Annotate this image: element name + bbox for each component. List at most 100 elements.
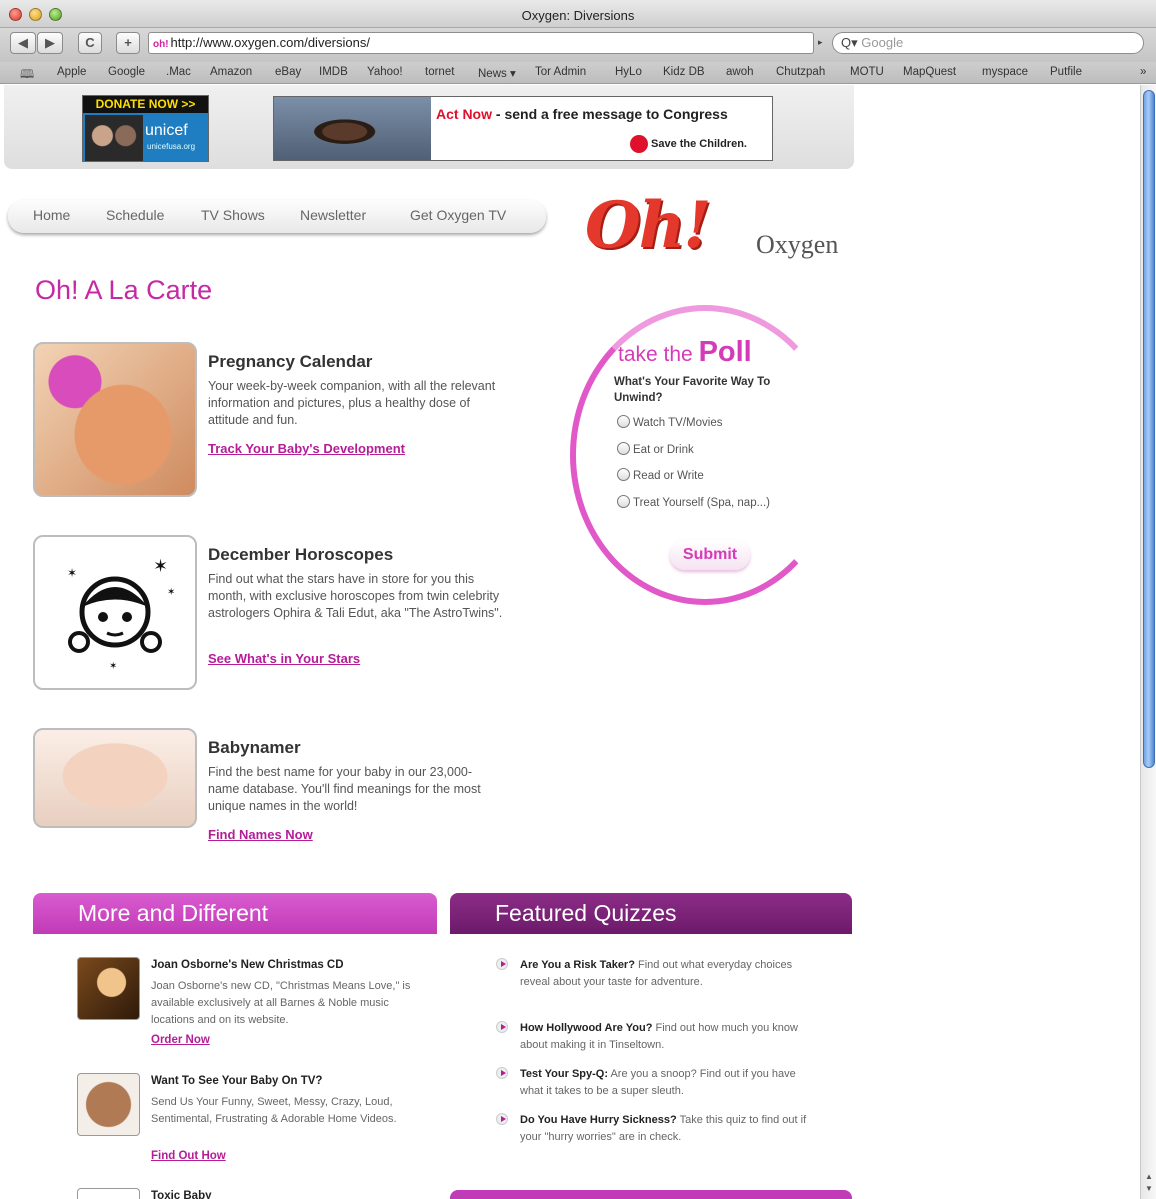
- unicef-children-image: [85, 115, 143, 161]
- unicef-url: unicefusa.org: [147, 142, 196, 151]
- quiz-title[interactable]: Test Your Spy-Q:: [520, 1068, 608, 1080]
- pregnancy-image[interactable]: [33, 342, 197, 497]
- more-item-title: Want To See Your Baby On TV?: [151, 1075, 323, 1087]
- bookmarks-book-icon[interactable]: 🕮: [20, 65, 34, 86]
- nav-get-oxygen-tv[interactable]: Get Oxygen TV: [410, 207, 506, 223]
- bookmark-item[interactable]: IMDB: [319, 66, 348, 78]
- bookmark-item[interactable]: Putfile: [1050, 66, 1082, 78]
- window-title: Oxygen: Diversions: [521, 8, 635, 23]
- address-dropdown-icon[interactable]: ▸: [818, 37, 823, 48]
- poll-title: take the Poll: [618, 336, 752, 369]
- poll-option[interactable]: Treat Yourself (Spa, nap...): [617, 495, 770, 509]
- stc-logo-icon: [630, 135, 648, 153]
- order-now-link[interactable]: Order Now: [151, 1034, 210, 1046]
- bookmark-item[interactable]: News ▾: [478, 66, 516, 80]
- baby-image[interactable]: [33, 728, 197, 828]
- stc-logo: Save the Children.: [630, 135, 747, 153]
- favicon-icon: oh!: [153, 39, 169, 50]
- feature-description: Find the best name for your baby in our …: [208, 765, 481, 813]
- bookmark-item[interactable]: .Mac: [166, 66, 191, 78]
- bookmark-item[interactable]: eBay: [275, 66, 301, 78]
- reload-button[interactable]: C: [78, 32, 102, 54]
- quiz-title[interactable]: Do You Have Hurry Sickness?: [520, 1114, 677, 1126]
- nav-home[interactable]: Home: [33, 207, 70, 223]
- search-field[interactable]: Q▾ Google: [832, 32, 1144, 54]
- poll-option-label: Watch TV/Movies: [633, 417, 723, 429]
- see-stars-link[interactable]: See What's in Your Stars: [208, 651, 360, 666]
- bookmark-item[interactable]: tornet: [425, 66, 454, 78]
- stc-message: - send a free message to Congress: [492, 106, 728, 122]
- radio-button[interactable]: [617, 495, 630, 508]
- nav-newsletter[interactable]: Newsletter: [300, 207, 366, 223]
- find-out-how-link[interactable]: Find Out How: [151, 1150, 226, 1162]
- joan-osborne-cd-image[interactable]: [77, 957, 140, 1020]
- unicef-donate-label: DONATE NOW >>: [83, 96, 208, 113]
- stc-headline: Act Now - send a free message to Congres…: [436, 106, 728, 122]
- nav-tv-shows[interactable]: TV Shows: [201, 207, 265, 223]
- svg-text:✶: ✶: [109, 661, 117, 672]
- feature-description: Your week-by-week companion, with all th…: [208, 379, 496, 427]
- window-titlebar: Oxygen: Diversions: [0, 0, 1156, 28]
- bookmark-item[interactable]: awoh: [726, 66, 754, 78]
- forward-button[interactable]: ▶: [37, 32, 63, 54]
- address-bar[interactable]: oh! http://www.oxygen.com/diversions/: [148, 32, 814, 54]
- feature-description: Find out what the stars have in store fo…: [208, 572, 503, 620]
- bookmark-item[interactable]: Google: [108, 66, 145, 78]
- scrollbar-thumb[interactable]: [1143, 90, 1155, 768]
- back-button[interactable]: ◀: [10, 32, 36, 54]
- poll-option[interactable]: Watch TV/Movies: [617, 415, 722, 429]
- bookmark-item[interactable]: MOTU: [850, 66, 884, 78]
- oh-logo-mark: Oh!: [585, 188, 711, 263]
- child-photo: [274, 97, 431, 160]
- search-icon: Q▾: [841, 35, 858, 50]
- bookmark-item[interactable]: Kidz DB: [663, 66, 705, 78]
- more-item-description: Send Us Your Funny, Sweet, Messy, Crazy,…: [151, 1096, 397, 1125]
- more-item-title: Joan Osborne's New Christmas CD: [151, 959, 344, 971]
- scroll-arrows-icon[interactable]: ▲ ▼: [1141, 1171, 1156, 1195]
- bookmarks-bar: 🕮 Apple Google .Mac Amazon eBay IMDB Yah…: [0, 62, 1156, 84]
- poll-title-pre: take the: [618, 343, 699, 366]
- more-different-header: More and Different: [33, 893, 437, 934]
- bookmark-item[interactable]: Apple: [57, 66, 86, 78]
- poll-option[interactable]: Read or Write: [617, 468, 704, 482]
- save-the-children-ad[interactable]: Act Now - send a free message to Congres…: [273, 96, 773, 161]
- bookmark-item[interactable]: Amazon: [210, 66, 252, 78]
- poll-option[interactable]: Eat or Drink: [617, 442, 694, 456]
- radio-button[interactable]: [617, 468, 630, 481]
- poll-option-label: Eat or Drink: [633, 444, 694, 456]
- browser-toolbar: ◀ ▶ C + oh! http://www.oxygen.com/diversi…: [0, 28, 1156, 62]
- horoscope-image[interactable]: ✶ ✶ ✶ ✶: [33, 535, 197, 690]
- radio-button[interactable]: [617, 415, 630, 428]
- poll-title-bold: Poll: [698, 336, 752, 368]
- vertical-scrollbar[interactable]: ▲ ▼: [1140, 85, 1156, 1199]
- radio-button[interactable]: [617, 442, 630, 455]
- bookmark-item[interactable]: HyLo: [615, 66, 642, 78]
- arrow-bullet-icon: [496, 1067, 508, 1079]
- svg-text:✶: ✶: [67, 566, 77, 580]
- quiz-title[interactable]: How Hollywood Are You?: [520, 1022, 652, 1034]
- poll-option-label: Read or Write: [633, 470, 704, 482]
- bookmark-item[interactable]: Chutzpah: [776, 66, 825, 78]
- bookmark-item[interactable]: Yahoo!: [367, 66, 403, 78]
- baby-tv-image[interactable]: [77, 1073, 140, 1136]
- featured-quizzes-header: Featured Quizzes: [450, 893, 852, 934]
- oxygen-logo[interactable]: Oh! Oxygen: [585, 188, 845, 268]
- poll-submit-button[interactable]: Submit: [670, 540, 750, 570]
- oxygen-wordmark: Oxygen: [756, 230, 839, 259]
- next-item-thumbnail[interactable]: [77, 1188, 140, 1199]
- bookmarks-overflow-icon[interactable]: »: [1140, 66, 1146, 78]
- bookmark-item[interactable]: MapQuest: [903, 66, 956, 78]
- add-bookmark-button[interactable]: +: [116, 32, 140, 54]
- arrow-bullet-icon: [496, 1021, 508, 1033]
- bookmark-item[interactable]: Tor Admin: [535, 66, 586, 78]
- bookmark-item[interactable]: myspace: [982, 66, 1028, 78]
- svg-text:✶: ✶: [153, 556, 168, 576]
- svg-text:✶: ✶: [167, 587, 175, 598]
- quiz-title[interactable]: Are You a Risk Taker?: [520, 959, 635, 971]
- unicef-ad[interactable]: DONATE NOW >> unicef unicefusa.org: [82, 95, 209, 162]
- poll-option-label: Treat Yourself (Spa, nap...): [633, 497, 771, 509]
- track-development-link[interactable]: Track Your Baby's Development: [208, 441, 405, 456]
- address-url: http://www.oxygen.com/diversions/: [170, 35, 370, 50]
- nav-schedule[interactable]: Schedule: [106, 207, 164, 223]
- find-names-link[interactable]: Find Names Now: [208, 827, 313, 842]
